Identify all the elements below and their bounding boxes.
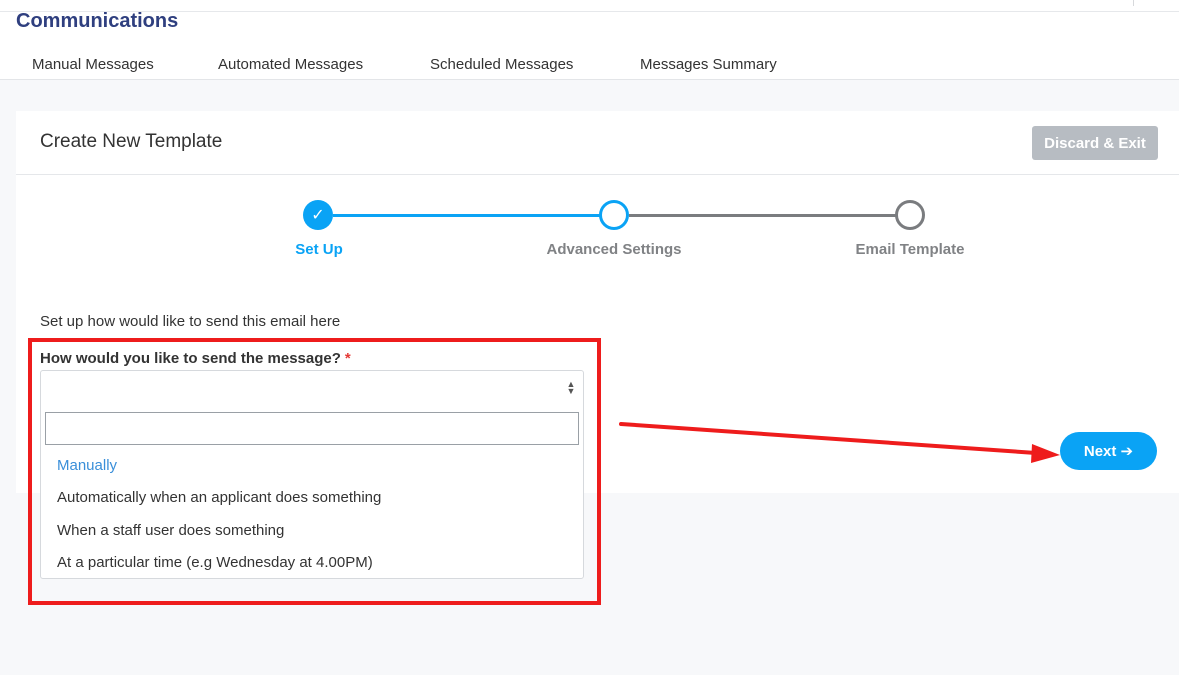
step-advanced-circle[interactable] — [599, 200, 629, 230]
step-label-advanced: Advanced Settings — [546, 241, 682, 258]
card-header-divider — [16, 174, 1179, 175]
check-icon: ✓ — [311, 207, 325, 224]
page-title: Communications — [16, 10, 179, 32]
step-label-email: Email Template — [855, 241, 965, 258]
discard-exit-button[interactable]: Discard & Exit — [1032, 126, 1158, 160]
stepper-line-complete — [333, 214, 617, 217]
tab-manual-messages[interactable]: Manual Messages — [32, 56, 154, 73]
step-label-setup: Set Up — [295, 241, 343, 258]
step-email-circle[interactable] — [895, 200, 925, 230]
top-divider-tick — [1133, 0, 1134, 6]
setup-intro-text: Set up how would like to send this email… — [40, 313, 341, 330]
card-title: Create New Template — [40, 131, 223, 152]
tab-scheduled-messages[interactable]: Scheduled Messages — [430, 56, 573, 73]
top-bar: Communications Manual Messages Automated… — [0, 0, 1179, 80]
annotation-highlight-box — [28, 338, 601, 605]
tab-messages-summary[interactable]: Messages Summary — [640, 56, 777, 73]
next-button[interactable]: Next ➔ — [1060, 432, 1157, 470]
step-setup-circle[interactable]: ✓ — [303, 200, 333, 230]
tab-automated-messages[interactable]: Automated Messages — [218, 56, 363, 73]
stepper-line-pending — [629, 214, 912, 217]
